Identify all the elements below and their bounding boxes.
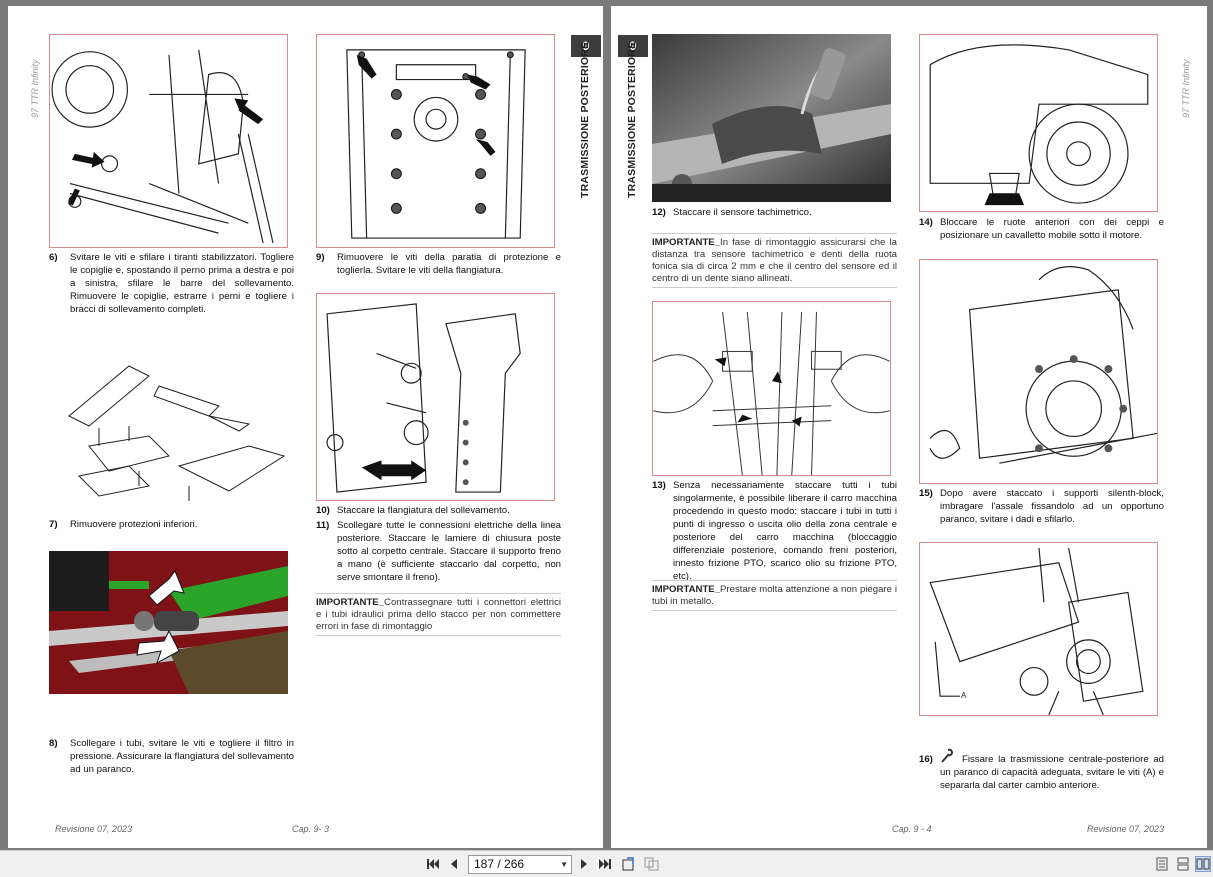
first-page-icon[interactable] <box>425 856 441 872</box>
figure-protection-bulkhead <box>316 34 555 248</box>
step-8: 8) Scollegare i tubi, svitare le viti e t… <box>49 738 294 775</box>
page-left: 97 TTR Infinity 6) Svitare le viti e sfi… <box>8 6 603 848</box>
two-page-view-icon[interactable] <box>1195 856 1211 872</box>
page-indicator: 187 / 266 <box>474 857 525 871</box>
section-title-left: TRASMISSIONE POSTERIORE <box>579 41 591 198</box>
single-page-view-icon[interactable] <box>1154 856 1170 872</box>
step-7: 7) Rimuovere protezioni inferiori. <box>49 519 198 530</box>
page-selector[interactable]: 187 / 266 ▼ <box>468 855 572 874</box>
figure-axle-hoist <box>919 259 1158 484</box>
figure-stabilizer-rods <box>49 34 288 248</box>
important-note-right-2: IMPORTANTE_Prestare molta attenzione a n… <box>652 580 897 611</box>
figure-hydraulic-pipes <box>652 301 891 476</box>
figure-tractor-wheel <box>919 34 1158 212</box>
rotate-icon[interactable] <box>621 856 637 872</box>
step-9: 9) Rimuovere le viti della paratia di pro… <box>316 252 561 276</box>
copy-icon[interactable] <box>644 856 660 872</box>
step-16: 16) Fissare la trasmissione centrale-post… <box>919 754 1164 791</box>
model-label-right: 97 TTR Infinity <box>1181 59 1191 118</box>
last-page-icon[interactable] <box>597 856 613 872</box>
step-11: 11) Scollegare tutte le connessioni elett… <box>316 520 561 583</box>
figure-transmission-separation: A <box>919 542 1158 716</box>
prev-page-icon[interactable] <box>446 856 462 872</box>
next-page-icon[interactable] <box>576 856 592 872</box>
page-right: 9 TRASMISSIONE POSTERIORE 12)Staccare i <box>611 6 1207 848</box>
important-note-right-1: IMPORTANTE_In fase di rimontaggio assicu… <box>652 233 897 288</box>
chevron-down-icon: ▼ <box>560 860 568 869</box>
model-label: 97 TTR Infinity <box>30 59 40 118</box>
figure-lift-flange <box>316 293 555 501</box>
figure-pressure-filter <box>49 551 288 694</box>
important-note-left: IMPORTANTE_Contrassegnare tutti i connet… <box>316 593 561 636</box>
step-14: 14) Bloccare le ruote anteriori con dei c… <box>919 217 1164 241</box>
step-12: 12) Staccare il sensore tachimetrico. <box>652 207 812 218</box>
step-13: 13) Senza necessariamente staccare tutti … <box>652 480 897 582</box>
footer-revision-right: Revisione 07, 2023 <box>1087 824 1165 834</box>
figure-lower-protections <box>49 346 294 506</box>
footer-chapter-right: Cap. 9 - 4 <box>892 824 932 834</box>
section-title-right: TRASMISSIONE POSTERIORE <box>626 41 638 198</box>
footer-chapter-left: Cap. 9- 3 <box>292 824 330 834</box>
viewer-toolbar: 187 / 266 ▼ <box>0 850 1213 877</box>
step-6: 6) Svitare le viti e sfilare i tiranti st… <box>49 252 294 315</box>
document-viewer[interactable]: 97 TTR Infinity 6) Svitare le viti e sfi… <box>0 0 1213 850</box>
step-10: 10) Staccare la flangiatura del sollevame… <box>316 505 510 516</box>
figure-label-a: A <box>961 691 967 700</box>
figure-speed-sensor-photo <box>652 34 891 202</box>
footer-revision-left: Revisione 07, 2023 <box>55 824 133 834</box>
step-15: 15) Dopo avere staccato i supporti silent… <box>919 488 1164 525</box>
continuous-view-icon[interactable] <box>1175 856 1191 872</box>
